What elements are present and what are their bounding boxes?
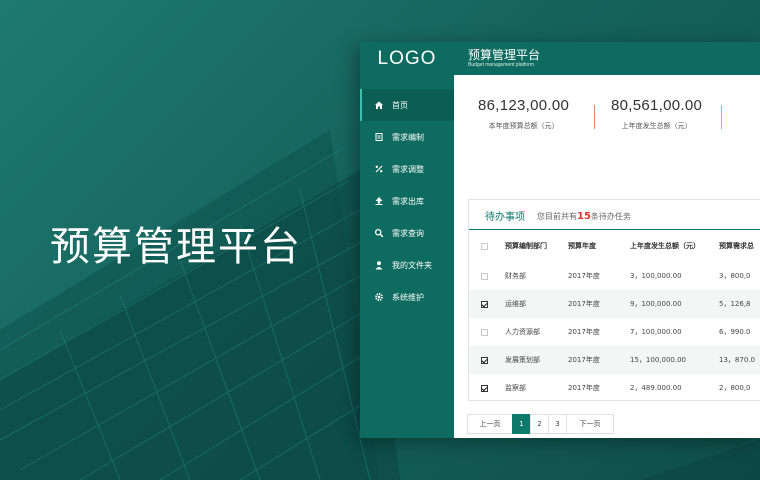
row-checkbox[interactable] [481, 356, 488, 364]
cell-prev: 3，100,000.00 [630, 272, 682, 280]
tab-todo[interactable]: 待办事项 [475, 208, 535, 229]
sidebar-item-label: 需求编制 [392, 132, 424, 142]
cell-dept: 财务部 [505, 272, 526, 280]
cell-year: 2017年度 [568, 272, 600, 280]
select-all-checkbox[interactable] [481, 242, 488, 250]
table-header-row: 预算编制部门 预算年度 上年度发生总额（元） 预算需求总 [469, 230, 760, 262]
hero-title: 预算管理平台 [50, 224, 302, 270]
sidebar-item-label: 需求出库 [392, 196, 424, 206]
stat-divider [594, 105, 595, 129]
todo-summary-suffix: 条待办任务 [590, 212, 631, 221]
cell-prev: 15，100,000.00 [620, 346, 713, 374]
stat-last-year: 80,561,00.00 上年度发生总额（元） [611, 97, 702, 131]
cell-req: 3，800,0 [719, 272, 751, 280]
column-header: 预算年度 [568, 242, 596, 250]
page-button-1[interactable]: 1 [512, 414, 531, 434]
sidebar-item-label: 需求查询 [392, 228, 424, 238]
table-row[interactable]: 发展策划部 2017年度 15，100,000.00 13，870.0 [469, 346, 760, 374]
todo-table: 预算编制部门 预算年度 上年度发生总额（元） 预算需求总 财务部 2017年度 … [469, 230, 760, 402]
sidebar-item-demand-query[interactable]: 需求查询 [360, 217, 454, 249]
cell-year: 2017年度 [568, 384, 600, 392]
app-title: 预算管理平台 Budget management platform [468, 48, 541, 69]
cell-year: 2017年度 [558, 346, 620, 374]
document-icon [374, 132, 384, 142]
search-icon [374, 228, 384, 238]
home-icon [374, 100, 384, 110]
cell-prev: 7，100,000.00 [630, 328, 682, 336]
cell-year: 2017年度 [568, 328, 600, 336]
percent-icon [374, 164, 384, 174]
todo-summary: 您目前共有15条待办任务 [537, 211, 631, 229]
row-checkbox[interactable] [481, 384, 488, 392]
table-row[interactable]: 监察部 2017年度 2，489.000.00 2，800,0 [469, 374, 760, 402]
row-checkbox[interactable] [481, 300, 488, 308]
upload-icon [374, 196, 384, 206]
cell-req: 13，870.0 [713, 346, 760, 374]
pagination: 上一页 1 2 3 下一页 [467, 414, 614, 434]
sidebar-item-home[interactable]: 首页 [360, 89, 454, 121]
page-button-2[interactable]: 2 [530, 414, 549, 434]
stat-divider [721, 105, 722, 129]
todo-panel: 待办事项 您目前共有15条待办任务 预算编制部门 预算年度 上年度发生总额（元）… [468, 199, 760, 401]
sidebar-item-my-folder[interactable]: 我的文件夹 [360, 249, 454, 281]
cell-prev: 9，100,000.00 [620, 290, 713, 318]
stat-label: 本年度预算总额（元） [488, 122, 559, 130]
top-bar: LOGO 预算管理平台 Budget management platform [360, 42, 760, 75]
todo-header: 待办事项 您目前共有15条待办任务 [469, 200, 760, 230]
app-subtitle: Budget management platform [468, 62, 534, 68]
column-header: 预算需求总 [719, 242, 754, 250]
app-title-text: 预算管理平台 [468, 48, 541, 62]
stat-current-budget: 86,123,00.00 本年度预算总额（元） [478, 97, 569, 131]
stat-value: 80,561,00.00 [611, 97, 703, 114]
table-row[interactable]: 运维部 2017年度 9，100,000.00 5，126,8 [469, 290, 760, 318]
row-checkbox[interactable] [481, 272, 488, 280]
sidebar-item-label: 我的文件夹 [392, 260, 432, 270]
user-icon [374, 260, 384, 270]
sidebar-item-demand-export[interactable]: 需求出库 [360, 185, 454, 217]
stat-label: 上年度发生总额（元） [621, 122, 692, 130]
sidebar-item-demand-edit[interactable]: 需求编制 [360, 121, 454, 153]
sidebar-item-demand-adjust[interactable]: 需求调整 [360, 153, 454, 185]
row-checkbox[interactable] [481, 328, 488, 336]
column-header: 预算编制部门 [505, 242, 547, 250]
page-button-3[interactable]: 3 [548, 414, 567, 434]
sidebar-item-label: 首页 [392, 100, 408, 110]
main-content: 86,123,00.00 本年度预算总额（元） 80,561,00.00 上年度… [454, 75, 760, 438]
sidebar: 首页 需求编制 需求调整 需求出库 需求查询 我的文件夹 系统维护 [360, 75, 454, 438]
cell-dept: 监察部 [505, 384, 526, 392]
sidebar-item-label: 需求调整 [392, 164, 424, 174]
cell-req: 6，990.0 [719, 328, 751, 336]
logo[interactable]: LOGO [360, 48, 454, 70]
prev-page-button[interactable]: 上一页 [467, 414, 513, 434]
next-page-button[interactable]: 下一页 [566, 414, 614, 434]
cell-dept: 运维部 [491, 290, 558, 318]
table-row[interactable]: 人力资源部 2017年度 7，100,000.00 6，990.0 [469, 318, 760, 346]
gear-icon [374, 292, 384, 302]
table-row[interactable]: 财务部 2017年度 3，100,000.00 3，800,0 [469, 262, 760, 290]
cell-req: 5，126,8 [713, 290, 760, 318]
cell-dept: 发展策划部 [491, 346, 558, 374]
sidebar-item-system[interactable]: 系统维护 [360, 281, 454, 313]
stat-value: 86,123,00.00 [478, 97, 570, 114]
cell-prev: 2，489.000.00 [630, 384, 682, 392]
cell-dept: 人力资源部 [505, 328, 540, 336]
sidebar-item-label: 系统维护 [392, 292, 424, 302]
todo-count: 15 [577, 211, 591, 222]
column-header: 上年度发生总额（元） [630, 242, 700, 250]
cell-year: 2017年度 [558, 290, 620, 318]
app-window: LOGO 预算管理平台 Budget management platform 首… [360, 42, 760, 438]
todo-summary-prefix: 您目前共有 [537, 212, 577, 221]
cell-req: 2，800,0 [719, 384, 751, 392]
